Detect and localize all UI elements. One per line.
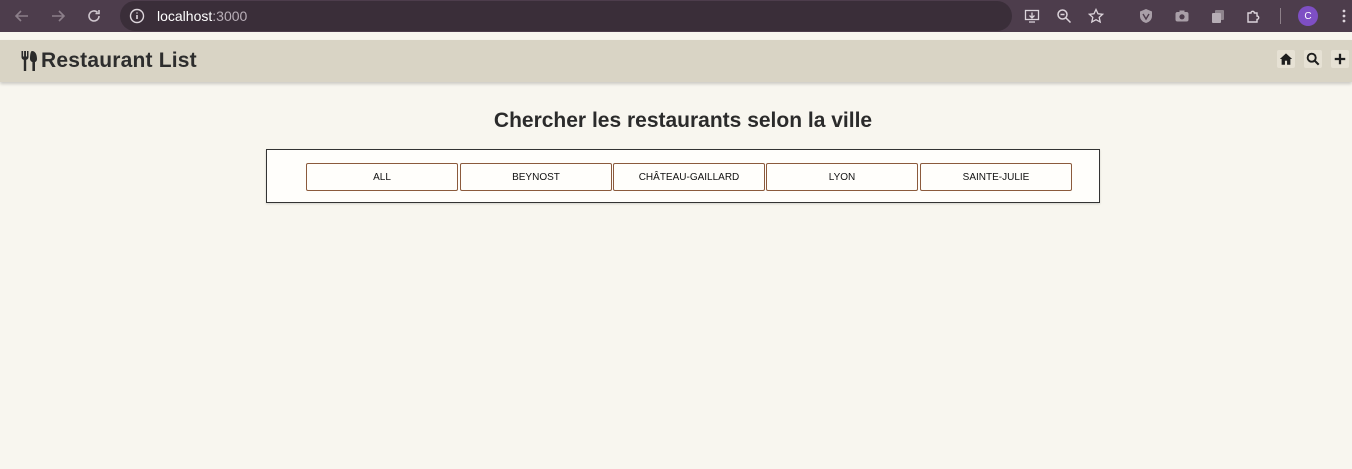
profile-avatar[interactable]: C: [1298, 6, 1318, 26]
url-port: :3000: [212, 8, 248, 24]
extensions-puzzle-icon[interactable]: [1244, 6, 1264, 26]
page-title: Chercher les restaurants selon la ville: [493, 109, 873, 132]
app-title: Restaurant List: [41, 49, 197, 72]
city-button-all[interactable]: ALL: [306, 163, 458, 191]
city-button-lyon[interactable]: LYON: [766, 163, 918, 191]
reload-icon[interactable]: [82, 4, 106, 28]
city-button-sainte-julie[interactable]: SAINTE-JULIE: [920, 163, 1072, 191]
install-app-icon[interactable]: [1022, 6, 1042, 26]
brand[interactable]: Restaurant List: [20, 49, 197, 73]
shield-extension-icon[interactable]: [1136, 6, 1156, 26]
utensils-icon: [20, 50, 40, 72]
city-button-beynost[interactable]: BEYNOST: [460, 163, 612, 191]
toolbar-divider: [1280, 8, 1281, 24]
bookmark-star-icon[interactable]: [1086, 6, 1106, 26]
url-host: localhost: [157, 8, 213, 24]
camera-extension-icon[interactable]: [1172, 6, 1192, 26]
city-button-chateau-gaillard[interactable]: CHÂTEAU-GAILLARD: [613, 163, 765, 191]
home-icon[interactable]: [1277, 50, 1295, 68]
address-bar[interactable]: localhost:3000: [120, 1, 1012, 31]
plus-icon[interactable]: [1331, 50, 1349, 68]
menu-dots-icon[interactable]: [1334, 6, 1352, 26]
zoom-icon[interactable]: [1054, 6, 1074, 26]
copy-extension-icon[interactable]: [1208, 6, 1228, 26]
search-icon[interactable]: [1304, 50, 1322, 68]
city-filter-panel: ALL BEYNOST CHÂTEAU-GAILLARD LYON SAINTE…: [266, 149, 1100, 203]
url-text[interactable]: localhost:3000: [157, 8, 247, 24]
forward-icon[interactable]: [46, 4, 70, 28]
back-icon[interactable]: [10, 4, 34, 28]
app-header: Restaurant List: [0, 40, 1352, 82]
browser-toolbar: localhost:3000 C: [0, 0, 1352, 32]
site-info-icon[interactable]: [129, 8, 145, 24]
